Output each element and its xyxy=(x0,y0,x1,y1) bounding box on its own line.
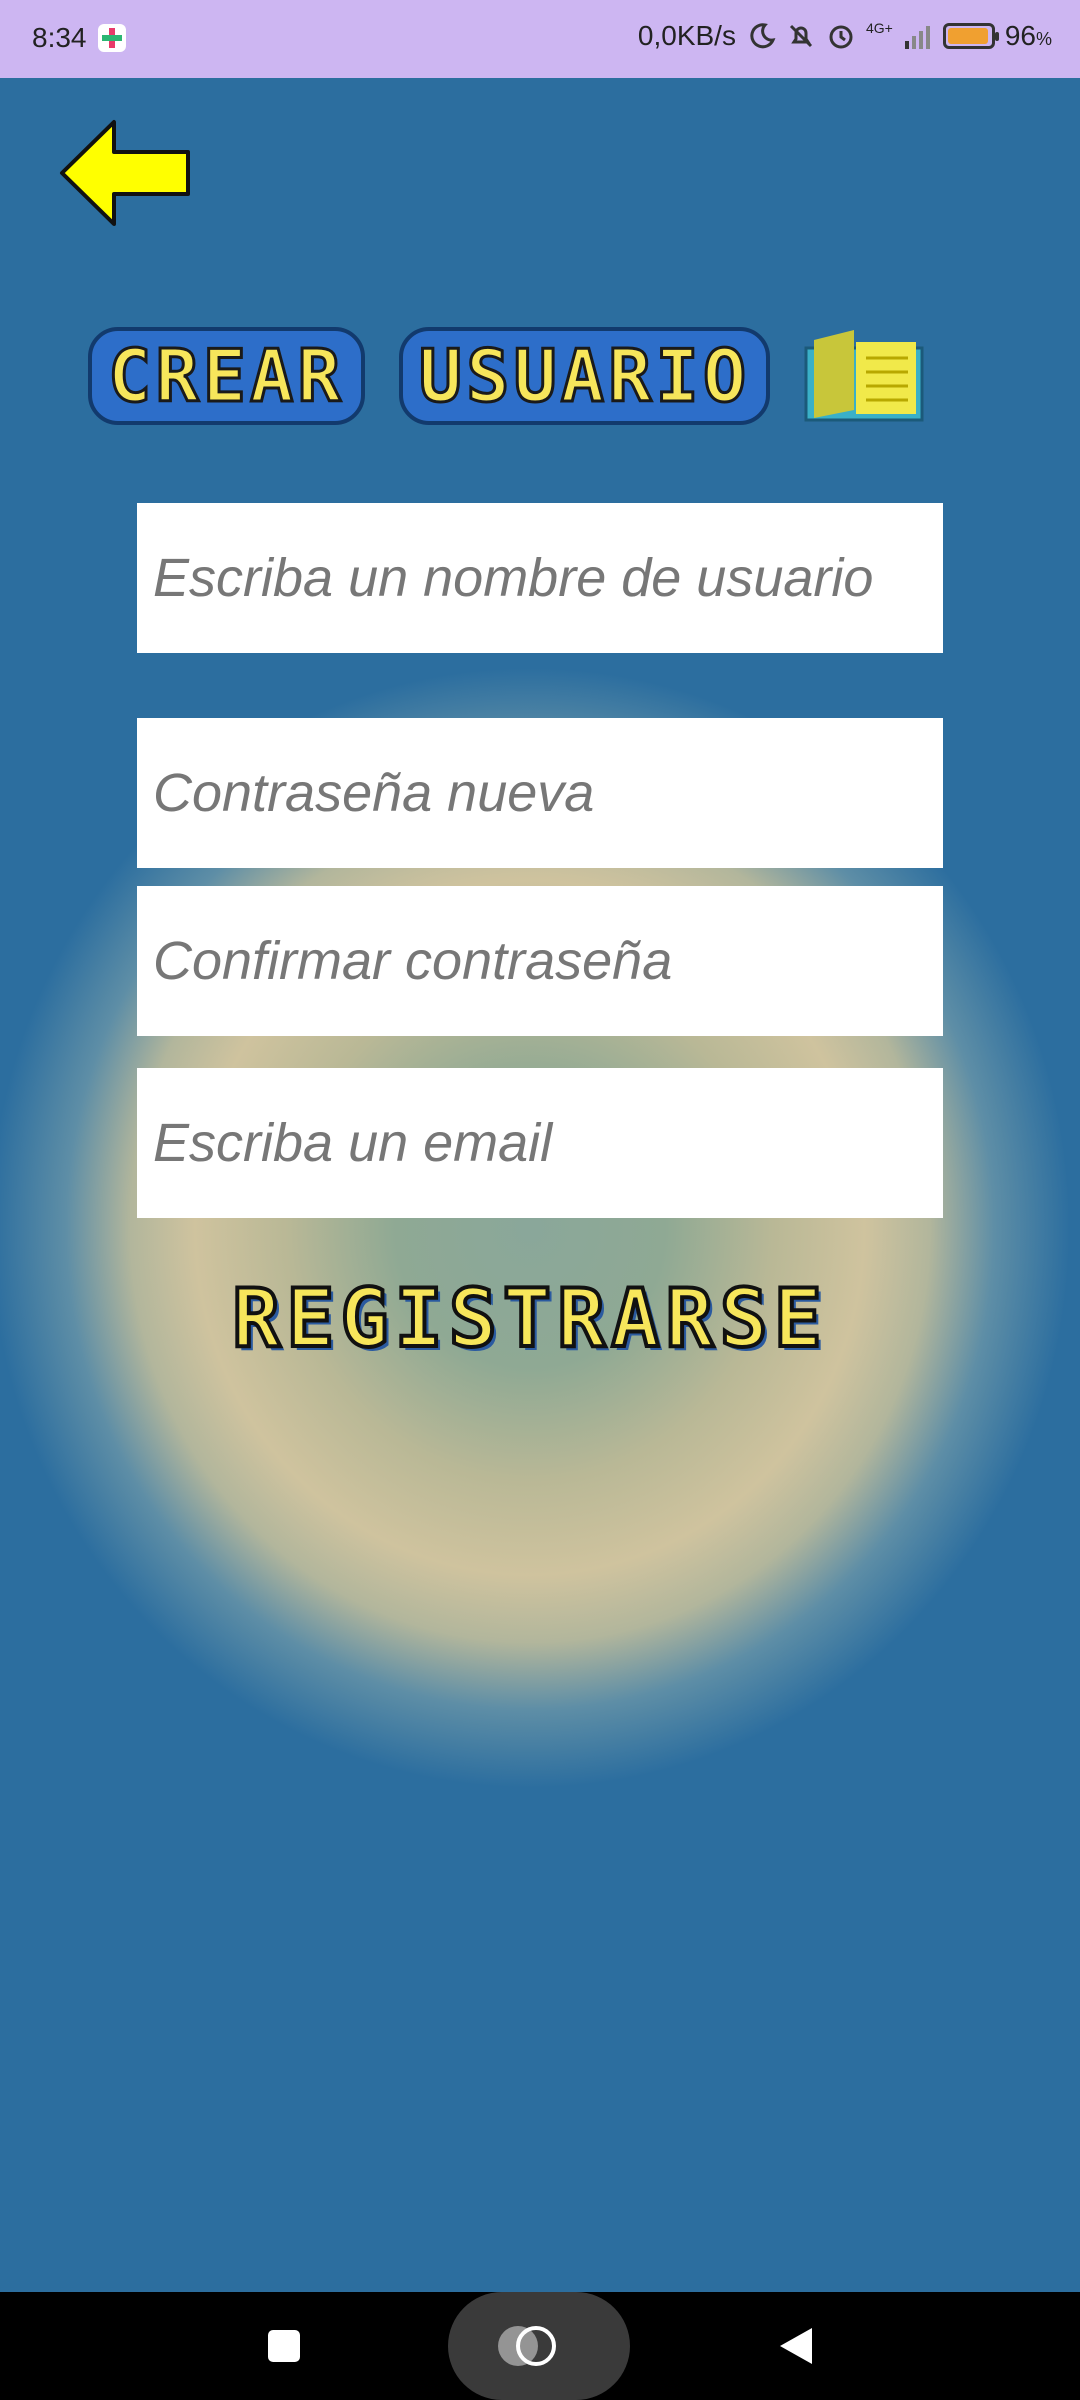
new-password-input[interactable] xyxy=(137,718,943,868)
battery-percent: 96% xyxy=(1004,20,1052,51)
book-icon xyxy=(804,330,924,422)
moon-icon xyxy=(750,23,776,49)
title-word-crear: CREAR xyxy=(88,327,365,425)
app-notification-icon xyxy=(98,24,126,52)
register-button[interactable]: REGISTRARSE xyxy=(160,1270,900,1367)
title-word-usuario: USUARIO xyxy=(398,327,771,425)
network-speed: 0,0KB/s xyxy=(637,20,736,51)
username-input[interactable] xyxy=(137,503,943,653)
status-bar: 8:34 0,0KB/s 4G+ 96% xyxy=(0,0,1080,78)
email-input[interactable] xyxy=(137,1068,943,1218)
signal-type: 4G+ xyxy=(865,20,893,36)
alarm-icon xyxy=(829,25,853,49)
silent-icon xyxy=(789,24,813,48)
status-time: 8:34 xyxy=(32,22,87,53)
battery-icon xyxy=(942,23,999,49)
back-icon[interactable] xyxy=(776,2326,816,2366)
confirm-password-input[interactable] xyxy=(137,886,943,1036)
signal-icon xyxy=(904,26,930,49)
recents-icon[interactable] xyxy=(268,2330,300,2362)
back-arrow-icon[interactable] xyxy=(58,118,192,228)
home-icon[interactable] xyxy=(490,2322,566,2370)
page-title: CREAR USUARIO xyxy=(88,326,924,426)
